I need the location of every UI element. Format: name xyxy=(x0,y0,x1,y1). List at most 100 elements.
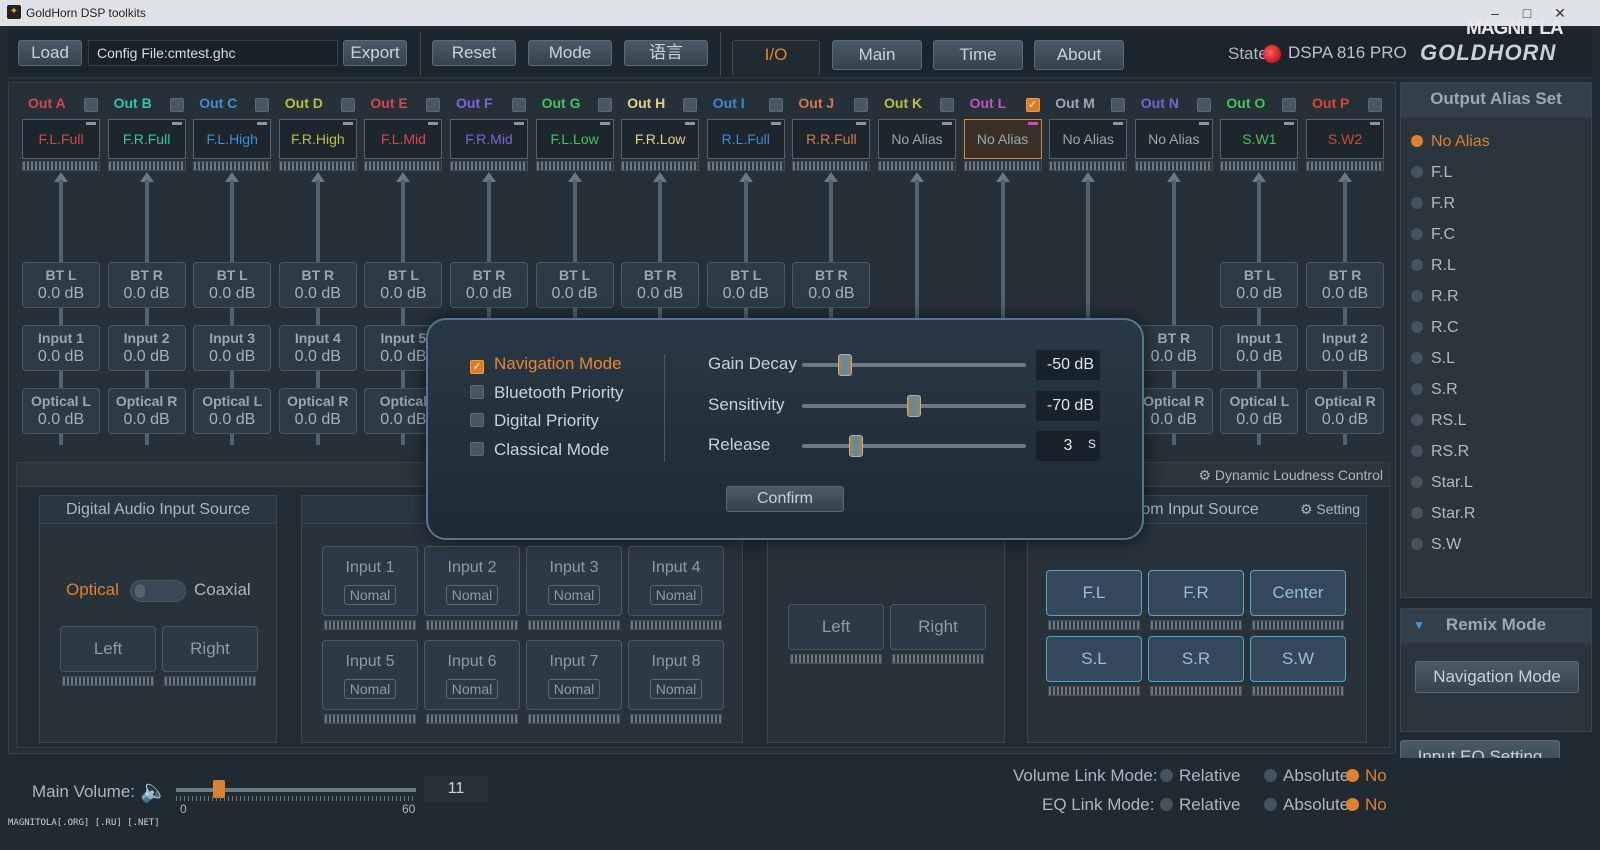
alias-option[interactable]: Star.L xyxy=(1411,474,1473,492)
output-checkbox[interactable] xyxy=(512,98,526,112)
input-mode-badge[interactable]: Nomal xyxy=(446,679,498,699)
input-mode-badge[interactable]: Nomal xyxy=(548,585,600,605)
input-gain-box[interactable]: BT L 0.0 dB xyxy=(535,262,614,308)
slider-thumb[interactable] xyxy=(837,354,852,376)
input-gain-box[interactable]: BT L 0.0 dB xyxy=(706,262,785,308)
input-gain-box[interactable]: Optical L 0.0 dB xyxy=(22,388,100,434)
output-alias-field[interactable]: F.R.High xyxy=(278,119,357,159)
input-gain-box[interactable]: BT L 0.0 dB xyxy=(193,262,272,308)
mode-button[interactable]: Mode xyxy=(528,40,612,66)
output-alias-field[interactable]: No Alias xyxy=(1049,119,1128,159)
input-gain-box[interactable]: BT L 0.0 dB xyxy=(1220,262,1299,308)
input-gain-box[interactable]: Input 3 0.0 dB xyxy=(193,325,272,371)
output-checkbox[interactable] xyxy=(1282,98,1297,112)
digital-right-button[interactable]: Right xyxy=(162,626,258,672)
input-gain-box[interactable]: Input 2 0.0 dB xyxy=(1306,325,1384,371)
load-button[interactable]: Load xyxy=(18,40,82,66)
output-alias-field[interactable]: F.L.High xyxy=(193,119,272,159)
output-checkbox[interactable] xyxy=(84,98,98,112)
output-checkbox[interactable]: ✓ xyxy=(1025,98,1040,112)
alias-option[interactable]: R.L xyxy=(1411,257,1456,275)
output-alias-field[interactable]: S.W1 xyxy=(1220,119,1299,159)
input-gain-box[interactable]: BT R 0.0 dB xyxy=(450,262,528,308)
output-checkbox[interactable] xyxy=(169,98,184,112)
alias-option[interactable]: Star.R xyxy=(1411,505,1475,523)
analog-input-button[interactable]: Input 5 Nomal xyxy=(322,640,418,710)
atom-channel-button[interactable]: Center xyxy=(1250,570,1346,616)
atom-channel-button[interactable]: S.L xyxy=(1046,636,1142,682)
output-alias-field[interactable]: R.L.Full xyxy=(706,119,785,159)
export-button[interactable]: Export xyxy=(343,40,407,66)
input-gain-box[interactable]: BT R 0.0 dB xyxy=(621,262,700,308)
input-gain-box[interactable]: BT R 0.0 dB xyxy=(792,262,871,308)
checkbox[interactable] xyxy=(470,384,484,399)
input-gain-box[interactable]: Optical R 0.0 dB xyxy=(107,388,186,434)
output-alias-field[interactable]: S.W2 xyxy=(1306,119,1384,159)
output-checkbox[interactable] xyxy=(683,98,698,112)
analog-input-button[interactable]: Input 8 Nomal xyxy=(628,640,724,710)
slider-value-field[interactable]: -50 dB xyxy=(1036,350,1100,380)
output-alias-field[interactable]: F.L.Mid xyxy=(364,119,443,159)
dialog-option[interactable]: Digital Priority xyxy=(470,411,599,431)
digital-left-button[interactable]: Left xyxy=(60,626,156,672)
bt-right-button[interactable]: Right xyxy=(890,604,986,650)
eq-link-option[interactable]: Relative xyxy=(1160,795,1240,815)
language-button[interactable]: 语言 xyxy=(624,40,708,66)
atom-channel-button[interactable]: S.R xyxy=(1148,636,1244,682)
output-alias-field[interactable]: F.R.Mid xyxy=(450,119,528,159)
output-checkbox[interactable] xyxy=(940,98,954,112)
alias-option[interactable]: S.W xyxy=(1411,536,1461,554)
output-checkbox[interactable] xyxy=(426,98,441,112)
speaker-icon[interactable]: 🔈 xyxy=(140,778,167,804)
input-gain-box[interactable]: Optical L 0.0 dB xyxy=(193,388,272,434)
slider-track[interactable] xyxy=(802,363,1026,367)
input-gain-box[interactable]: Optical L 0.0 dB xyxy=(1220,388,1299,434)
slider-thumb[interactable] xyxy=(907,394,921,417)
atom-channel-button[interactable]: F.R xyxy=(1148,570,1244,616)
output-alias-field[interactable]: No Alias xyxy=(963,119,1042,159)
checkbox[interactable] xyxy=(470,441,484,456)
slider-value-field[interactable]: -70 dB xyxy=(1036,390,1100,421)
output-checkbox[interactable] xyxy=(768,98,783,112)
volume-value[interactable]: 11 xyxy=(424,776,488,802)
alias-option[interactable]: S.L xyxy=(1411,350,1455,368)
input-mode-badge[interactable]: Nomal xyxy=(650,585,702,605)
analog-input-button[interactable]: Input 6 Nomal xyxy=(424,640,520,710)
input-gain-box[interactable]: Optical R 0.0 dB xyxy=(1134,388,1213,434)
dialog-option[interactable]: ✓ Navigation Mode xyxy=(470,354,622,374)
tab-time[interactable]: Time xyxy=(933,40,1023,70)
output-checkbox[interactable] xyxy=(597,98,612,112)
alias-option[interactable]: RS.R xyxy=(1411,443,1469,461)
tab-io[interactable]: I/O xyxy=(732,40,820,76)
output-alias-field[interactable]: F.L.Full xyxy=(22,119,100,159)
output-checkbox[interactable] xyxy=(854,98,869,112)
alias-option[interactable]: F.L xyxy=(1411,164,1452,182)
atom-channel-button[interactable]: S.W xyxy=(1250,636,1346,682)
output-checkbox[interactable] xyxy=(255,98,270,112)
confirm-button[interactable]: Confirm xyxy=(726,486,844,512)
input-mode-badge[interactable]: Nomal xyxy=(344,679,396,699)
input-gain-box[interactable]: Input 2 0.0 dB xyxy=(107,325,186,371)
input-gain-box[interactable]: BT R 0.0 dB xyxy=(278,262,357,308)
analog-input-button[interactable]: Input 7 Nomal xyxy=(526,640,622,710)
setting-button[interactable]: ⚙ Setting xyxy=(1300,501,1360,518)
analog-input-button[interactable]: Input 1 Nomal xyxy=(322,546,418,616)
input-gain-box[interactable]: Input 4 0.0 dB xyxy=(278,325,357,371)
tab-main[interactable]: Main xyxy=(832,40,922,70)
reset-button[interactable]: Reset xyxy=(432,40,516,66)
output-alias-field[interactable]: F.R.Low xyxy=(621,119,700,159)
input-gain-box[interactable]: BT R 0.0 dB xyxy=(1134,325,1213,371)
volume-link-option[interactable]: Absolute xyxy=(1264,766,1349,786)
output-checkbox[interactable] xyxy=(1196,98,1211,112)
output-checkbox[interactable] xyxy=(340,98,355,112)
volume-link-option[interactable]: No xyxy=(1346,766,1387,786)
optical-coaxial-toggle[interactable] xyxy=(130,580,186,602)
alias-option[interactable]: RS.L xyxy=(1411,412,1467,430)
eq-link-option[interactable]: No xyxy=(1346,795,1387,815)
alias-option[interactable]: S.R xyxy=(1411,381,1458,399)
alias-option[interactable]: No Alias xyxy=(1411,133,1490,151)
bt-left-button[interactable]: Left xyxy=(788,604,884,650)
volume-slider-track[interactable] xyxy=(176,788,416,792)
input-mode-badge[interactable]: Nomal xyxy=(548,679,600,699)
input-mode-badge[interactable]: Nomal xyxy=(650,679,702,699)
